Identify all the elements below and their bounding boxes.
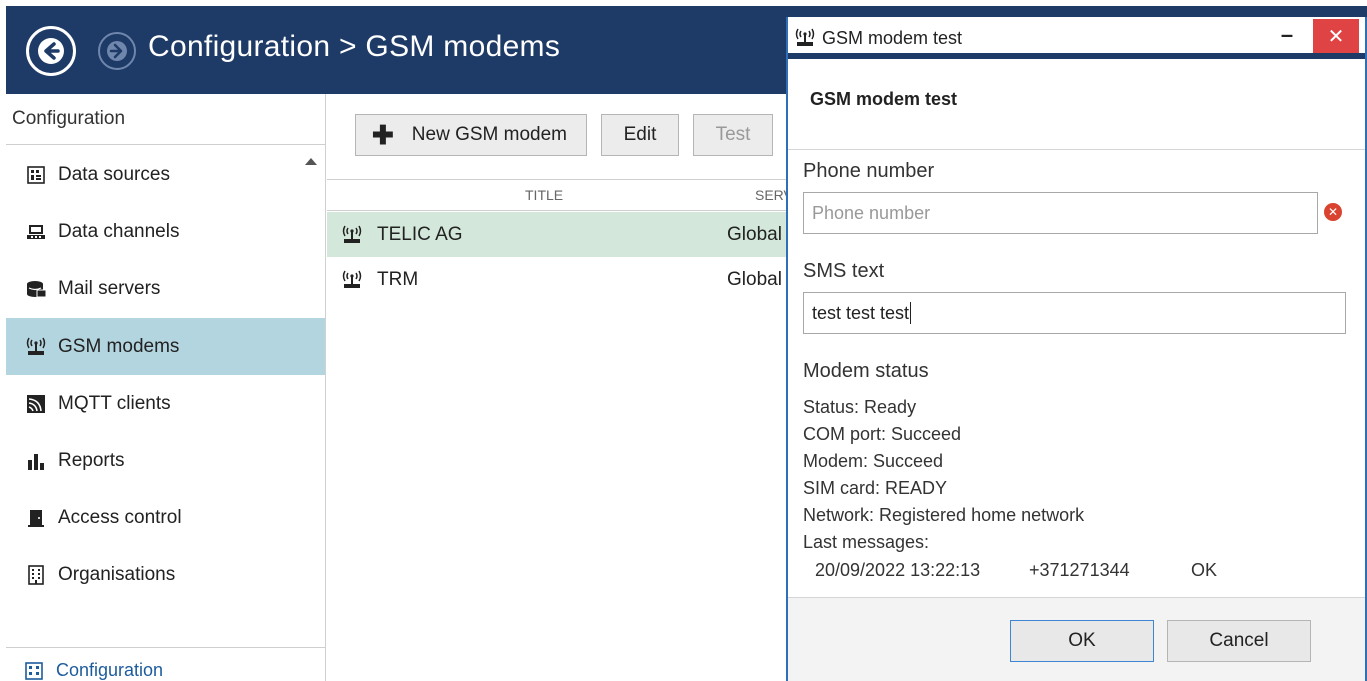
table-row[interactable]: TRM Global [327, 257, 788, 302]
data-sources-icon [24, 164, 48, 186]
sidebar-item-label: Data channels [58, 220, 180, 242]
row-title: TELIC AG [377, 223, 463, 245]
sidebar-item-label: Access control [58, 506, 182, 528]
new-gsm-modem-label: New GSM modem [411, 124, 567, 145]
sidebar-item-label: MQTT clients [58, 392, 171, 414]
page-title: Configuration > GSM modems [148, 30, 561, 63]
toolbar: ✚ New GSM modem Edit Test [355, 114, 773, 156]
gsm-modem-icon [24, 336, 48, 358]
sidebar-footer-configuration[interactable]: Configuration [6, 647, 326, 681]
sidebar-item-label: Reports [58, 449, 125, 471]
dialog-window-title: GSM modem test [822, 27, 963, 48]
status-line: Status: Ready [803, 397, 917, 417]
sidebar-heading: Configuration [6, 94, 326, 145]
data-channels-icon [24, 221, 48, 243]
text-caret [910, 302, 912, 324]
status-line: COM port: Succeed [803, 424, 962, 444]
sidebar-item-data-channels[interactable]: Data channels [6, 203, 325, 260]
status-line: SIM card: READY [803, 478, 948, 498]
sidebar-item-organisations[interactable]: Organisations [6, 546, 325, 603]
arrow-left-icon [38, 38, 64, 64]
gsm-modem-icon [794, 28, 816, 48]
sms-text-input[interactable]: test test test [803, 292, 1346, 334]
row-server: Global [727, 223, 782, 245]
sms-text-label: SMS text [803, 260, 885, 282]
gsm-modem-icon [341, 270, 363, 290]
sidebar-item-label: Organisations [58, 563, 176, 585]
test-button[interactable]: Test [693, 114, 773, 156]
sidebar-item-mqtt-clients[interactable]: MQTT clients [6, 375, 325, 432]
plus-icon: ✚ [372, 120, 394, 150]
reports-icon [24, 450, 48, 472]
close-button[interactable]: ✕ [1313, 19, 1359, 53]
last-message-number: +371271344 [1029, 560, 1130, 580]
sidebar-item-label: Data sources [58, 163, 170, 185]
dialog-header: GSM modem test [788, 59, 1365, 150]
minimize-icon[interactable]: – [1277, 24, 1297, 49]
sidebar-item-mail-servers[interactable]: Mail servers [6, 260, 325, 317]
sidebar-item-label: GSM modems [58, 335, 180, 357]
phone-number-label: Phone number [803, 160, 935, 182]
back-button[interactable] [26, 26, 76, 76]
gsm-modem-test-dialog: GSM modem test – ✕ GSM modem test Phone … [786, 17, 1367, 681]
mqtt-icon [24, 393, 48, 415]
forward-button[interactable] [98, 32, 136, 70]
validation-error-icon: ✕ [1324, 203, 1342, 221]
phone-number-input[interactable]: Phone number [803, 192, 1318, 234]
mail-servers-icon [24, 278, 48, 300]
table-row[interactable]: TELIC AG Global [327, 212, 788, 257]
configuration-icon [24, 661, 46, 681]
cancel-button[interactable]: Cancel [1167, 620, 1311, 662]
sidebar-item-label: Mail servers [58, 277, 161, 299]
dialog-footer: OK Cancel [788, 597, 1365, 681]
organisations-icon [24, 564, 48, 586]
last-message-result: OK [1191, 560, 1218, 580]
ok-button[interactable]: OK [1010, 620, 1154, 662]
status-line: Last messages: [803, 532, 930, 552]
gsm-modem-icon [341, 225, 363, 245]
sidebar-item-data-sources[interactable]: Data sources [6, 146, 325, 203]
sidebar-item-reports[interactable]: Reports [6, 432, 325, 489]
sidebar-footer-label: Configuration [56, 660, 164, 680]
access-control-icon [24, 507, 48, 529]
status-line: Network: Registered home network [803, 505, 1085, 525]
close-icon: ✕ [1327, 25, 1345, 48]
dialog-heading: GSM modem test [810, 89, 958, 109]
last-message-time: 20/09/2022 13:22:13 [815, 560, 981, 580]
new-gsm-modem-button[interactable]: ✚ New GSM modem [355, 114, 587, 156]
sidebar-item-access-control[interactable]: Access control [6, 489, 325, 546]
sidebar-item-gsm-modems[interactable]: GSM modems [6, 318, 325, 375]
sidebar: Configuration Data sources Data channels… [6, 94, 326, 681]
edit-button[interactable]: Edit [601, 114, 679, 156]
arrow-right-icon [107, 41, 127, 61]
row-server: Global [727, 268, 782, 290]
status-line: Modem: Succeed [803, 451, 944, 471]
grid-header: TITLE SERV [327, 179, 793, 211]
column-header-title[interactable]: TITLE [525, 187, 563, 203]
modem-status-heading: Modem status [803, 360, 929, 382]
sms-text-value: test test test [812, 302, 910, 323]
row-title: TRM [377, 268, 419, 290]
